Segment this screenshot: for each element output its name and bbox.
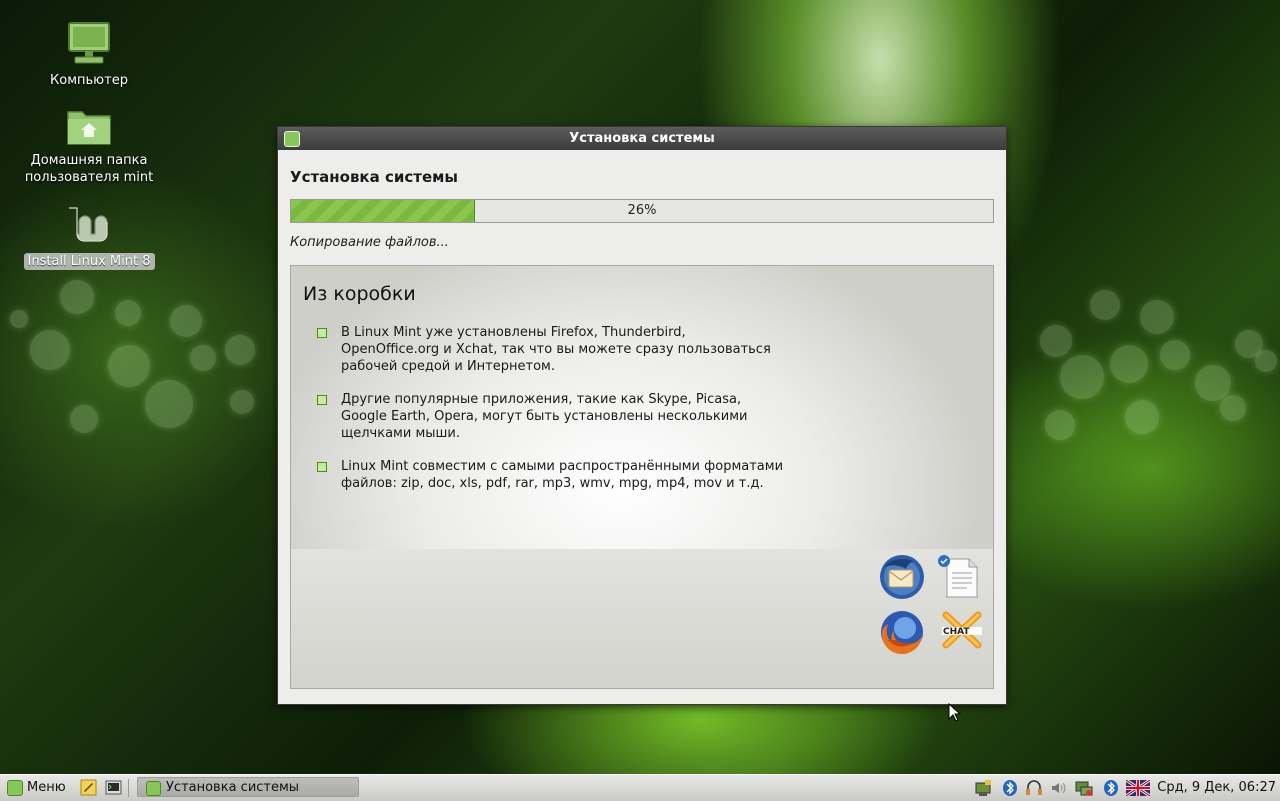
desktop-icon-install-linux-mint[interactable]: Install Linux Mint 8 [19, 205, 159, 270]
desktop-background: Компьютер Домашняя папка пользователя mi… [0, 0, 1280, 774]
network-manager-icon[interactable] [1075, 779, 1093, 797]
bokeh-decoration [230, 390, 254, 414]
window-titlebar[interactable]: Установка системы [278, 127, 1006, 150]
bokeh-decoration [1110, 345, 1148, 383]
bokeh-decoration [1255, 350, 1277, 372]
bokeh-decoration [108, 345, 150, 387]
bokeh-decoration [115, 300, 141, 326]
bokeh-decoration [170, 305, 202, 337]
bokeh-decoration [145, 380, 193, 428]
status-text: Копирование файлов... [290, 235, 449, 250]
home-folder-icon [65, 104, 113, 148]
text-editor-launcher-icon[interactable] [80, 779, 97, 796]
bokeh-decoration [1045, 410, 1075, 440]
terminal-launcher-icon[interactable] [105, 779, 122, 796]
bullet-square-icon [317, 328, 327, 338]
linux-mint-menu-icon [7, 780, 23, 796]
bokeh-decoration [1040, 325, 1072, 357]
slide-bullet: Другие популярные приложения, такие как … [317, 391, 787, 442]
openoffice-writer-icon [937, 555, 983, 599]
bluetooth-icon[interactable] [1102, 779, 1120, 797]
desktop-icon-label: Компьютер [50, 73, 128, 88]
network-icon[interactable] [974, 779, 992, 797]
slideshow-panel: Из коробки В Linux Mint уже установлены … [290, 265, 994, 689]
slide-title: Из коробки [303, 283, 416, 305]
installer-window: Установка системы Установка системы 26% … [277, 126, 1007, 705]
svg-text:CHAT: CHAT [943, 627, 970, 637]
bokeh-decoration [70, 405, 98, 433]
bokeh-decoration [30, 330, 70, 370]
bokeh-decoration [1220, 395, 1246, 421]
page-heading: Установка системы [290, 168, 458, 186]
firefox-icon [878, 608, 926, 656]
bokeh-decoration [1090, 290, 1120, 320]
slide-bullet-text: В Linux Mint уже установлены Firefox, Th… [341, 325, 771, 374]
bokeh-decoration [225, 335, 255, 365]
xchat-icon: CHAT [941, 611, 983, 651]
bullet-square-icon [317, 395, 327, 405]
slide-bullet: Linux Mint совместим с самыми распростра… [317, 458, 787, 492]
linux-mint-icon [284, 131, 300, 147]
bullet-square-icon [317, 462, 327, 472]
menu-label: Меню [27, 780, 66, 795]
bokeh-decoration [1125, 400, 1159, 434]
progress-text: 26% [627, 203, 657, 218]
linux-mint-icon [146, 781, 161, 796]
main-menu-button[interactable]: Меню [3, 777, 70, 799]
computer-icon [65, 20, 113, 68]
taskbar: Меню Установка системы Срд, 9 Дек, 06:27 [0, 774, 1280, 801]
bokeh-decoration [1060, 355, 1104, 399]
taskbar-window-button[interactable]: Установка системы [137, 777, 359, 797]
mouse-pointer-icon [948, 702, 962, 727]
headset-icon[interactable] [1025, 779, 1043, 797]
bokeh-decoration [1195, 365, 1231, 401]
desktop-icon-label: Install Linux Mint 8 [23, 253, 155, 270]
slide-bullet-text: Linux Mint совместим с самыми распростра… [341, 459, 784, 491]
bokeh-decoration [1140, 300, 1174, 334]
desktop-icon-label: Домашняя папка пользователя mint [24, 153, 154, 185]
bokeh-decoration [190, 345, 216, 371]
window-title: Установка системы [569, 131, 715, 146]
keyboard-layout-flag-icon[interactable] [1125, 778, 1151, 798]
taskbar-separator [128, 779, 129, 797]
thunderbird-icon [878, 553, 926, 601]
bokeh-decoration [60, 280, 94, 314]
linux-mint-logo-icon [65, 205, 113, 249]
install-progress-bar: 26% [290, 199, 994, 223]
desktop-icon-home-folder[interactable]: Домашняя папка пользователя mint [19, 104, 159, 186]
bokeh-decoration [10, 310, 28, 328]
bluetooth-icon[interactable] [1001, 779, 1019, 797]
slide-bullet-text: Другие популярные приложения, такие как … [341, 392, 748, 441]
slide-bullet: В Linux Mint уже установлены Firefox, Th… [317, 324, 787, 375]
volume-icon[interactable] [1050, 779, 1068, 797]
taskbar-window-label: Установка системы [166, 780, 300, 795]
bokeh-decoration [1160, 340, 1190, 370]
desktop-icon-computer[interactable]: Компьютер [19, 20, 159, 89]
clock[interactable]: Срд, 9 Дек, 06:27 [1157, 775, 1276, 801]
